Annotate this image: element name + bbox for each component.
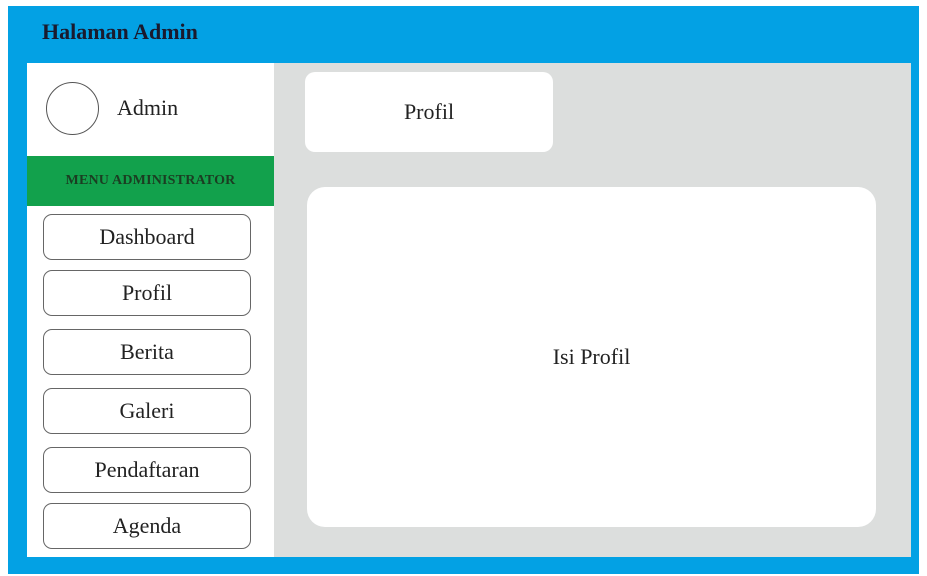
avatar: [46, 82, 99, 135]
sidebar-item-galeri[interactable]: Galeri: [43, 388, 251, 434]
page-title: Profil: [305, 72, 553, 152]
content-panel: Isi Profil: [307, 187, 876, 527]
sidebar-item-pendaftaran[interactable]: Pendaftaran: [43, 447, 251, 493]
sidebar: Admin MENU ADMINISTRATOR Dashboard Profi…: [27, 63, 274, 557]
user-name: Admin: [117, 95, 179, 120]
main-content: Profil Isi Profil: [274, 63, 911, 557]
app-frame: Halaman Admin Admin MENU ADMINISTRATOR D…: [8, 6, 919, 574]
user-profile: Admin: [27, 63, 274, 156]
sidebar-item-profil[interactable]: Profil: [43, 270, 251, 316]
menu-header: MENU ADMINISTRATOR: [27, 156, 274, 206]
sidebar-item-berita[interactable]: Berita: [43, 329, 251, 375]
sidebar-item-dashboard[interactable]: Dashboard: [43, 214, 251, 260]
app-title: Halaman Admin: [42, 19, 198, 44]
sidebar-item-agenda[interactable]: Agenda: [43, 503, 251, 549]
